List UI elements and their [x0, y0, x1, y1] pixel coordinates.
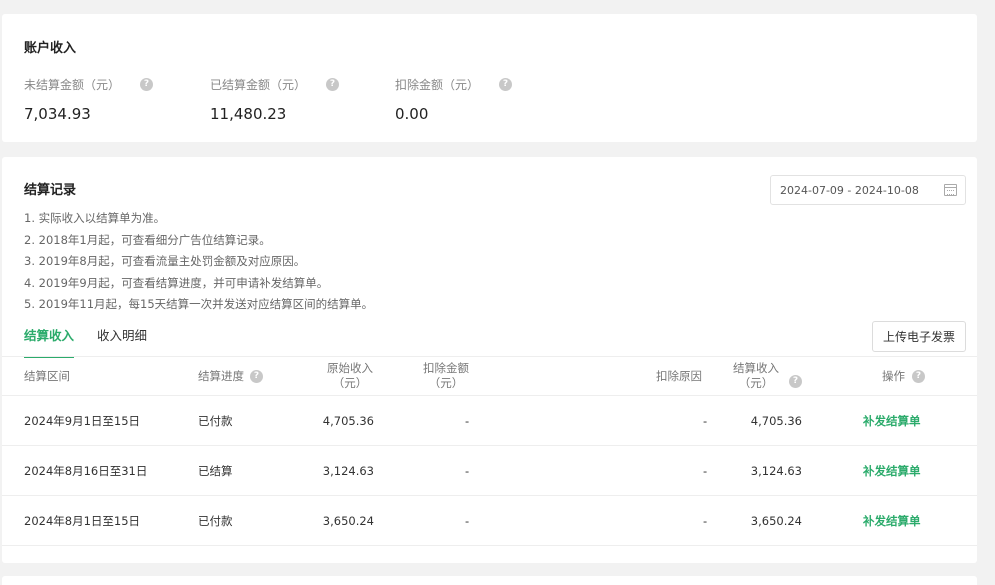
original-income-cell: 3,124.63 [322, 463, 374, 478]
column-header-label: 扣除金额 [423, 361, 469, 375]
question-circle-icon[interactable]: ? [250, 370, 263, 383]
question-circle-icon[interactable]: ? [326, 78, 340, 91]
question-circle-icon[interactable]: ? [789, 374, 802, 388]
date-range-value: 2024-07-09 - 2024-10-08 [780, 183, 919, 197]
column-header-progress: 结算进度 ? [198, 369, 263, 384]
reason-cell: - [703, 413, 708, 428]
reason-cell: - [703, 513, 708, 528]
next-section-card [2, 576, 977, 585]
deduction-cell: - [465, 463, 470, 478]
column-header-settled-income: 结算收入 （元） ? [725, 361, 802, 391]
stat-value: 11,480.23 [210, 105, 287, 123]
settlement-title: 结算记录 [24, 183, 77, 198]
income-summary-card: 账户收入 未结算金额（元） ? 7,034.93 已结算金额（元） ? 11,4… [2, 14, 977, 142]
column-header-reason: 扣除原因 [656, 369, 702, 383]
stat-value: 0.00 [395, 105, 429, 123]
column-header-unit: （元） [738, 376, 774, 390]
stat-label: 扣除金额（元） [395, 78, 480, 92]
note-item: 5. 2019年11月起，每15天结算一次并发送对应结算区间的结算单。 [24, 297, 374, 311]
calendar-icon [944, 184, 957, 196]
stat-label: 未结算金额（元） [24, 78, 121, 92]
unsettled-amount-stat: 未结算金额（元） ? 7,034.93 [24, 76, 154, 123]
question-circle-icon[interactable]: ? [912, 370, 925, 383]
deduction-amount-stat: 扣除金额（元） ? 0.00 [395, 76, 513, 123]
settled-income-cell: 3,650.24 [750, 513, 802, 528]
deduction-cell: - [465, 413, 470, 428]
resend-statement-link[interactable]: 补发结算单 [863, 396, 921, 445]
table-row: 2024年8月1日至15日 已付款 3,650.24 - - 3,650.24 … [2, 495, 977, 545]
tab-settlement-income[interactable]: 结算收入 [24, 325, 75, 358]
table-row: 2024年8月16日至31日 已结算 3,124.63 - - 3,124.63… [2, 445, 977, 495]
column-header-original-income: 原始收入 （元） [320, 361, 380, 391]
upload-invoice-button[interactable]: 上传电子发票 [872, 321, 966, 352]
column-header-unit: （元） [332, 376, 368, 390]
settled-amount-stat: 已结算金额（元） ? 11,480.23 [210, 76, 340, 123]
date-range-picker[interactable]: 2024-07-09 - 2024-10-08 [770, 175, 966, 205]
progress-cell: 已付款 [198, 413, 233, 428]
column-header-label: 原始收入 [327, 361, 373, 375]
table-header: 结算区间 结算进度 ? 原始收入 （元） 扣除金额 （元） 扣除原因 结算收入 … [2, 356, 977, 395]
table-row: 2024年9月1日至15日 已付款 4,705.36 - - 4,705.36 … [2, 395, 977, 445]
period-cell: 2024年8月1日至15日 [24, 513, 141, 528]
question-circle-icon[interactable]: ? [140, 78, 154, 91]
deduction-cell: - [465, 513, 470, 528]
table-bottom-divider [2, 545, 977, 546]
note-item: 4. 2019年9月起，可查看结算进度，并可申请补发结算单。 [24, 275, 329, 290]
settled-income-cell: 4,705.36 [750, 413, 802, 428]
resend-statement-link[interactable]: 补发结算单 [863, 446, 921, 495]
original-income-cell: 4,705.36 [322, 413, 374, 428]
progress-cell: 已付款 [198, 513, 233, 528]
column-header-unit: （元） [428, 376, 464, 390]
column-header-action: 操作 ? [882, 369, 925, 384]
settlement-notes: 1. 实际收入以结算单为准。 2. 2018年1月起，可查看细分广告位结算记录。… [24, 208, 373, 316]
column-header-label: 结算收入 [733, 361, 779, 375]
stat-label: 已结算金额（元） [210, 78, 307, 92]
progress-cell: 已结算 [198, 463, 233, 478]
stat-value: 7,034.93 [24, 105, 91, 123]
note-item: 1. 实际收入以结算单为准。 [24, 211, 166, 225]
question-circle-icon[interactable]: ? [499, 78, 513, 91]
income-summary-title: 账户收入 [24, 41, 77, 56]
tab-income-details[interactable]: 收入明细 [97, 325, 147, 356]
column-header-deduction: 扣除金额 （元） [416, 361, 476, 391]
settled-income-cell: 3,124.63 [750, 463, 802, 478]
note-item: 2. 2018年1月起，可查看细分广告位结算记录。 [24, 232, 271, 247]
original-income-cell: 3,650.24 [322, 513, 374, 528]
column-header-period: 结算区间 [24, 369, 70, 383]
settlement-card: 结算记录 2024-07-09 - 2024-10-08 1. 实际收入以结算单… [2, 157, 977, 563]
note-item: 3. 2019年8月起，可查看流量主处罚金额及对应原因。 [24, 254, 306, 268]
column-header-label: 结算进度 [198, 369, 244, 383]
resend-statement-link[interactable]: 补发结算单 [863, 496, 921, 545]
column-header-label: 操作 [882, 369, 905, 383]
period-cell: 2024年9月1日至15日 [24, 413, 141, 428]
reason-cell: - [703, 463, 708, 478]
period-cell: 2024年8月16日至31日 [24, 463, 148, 478]
